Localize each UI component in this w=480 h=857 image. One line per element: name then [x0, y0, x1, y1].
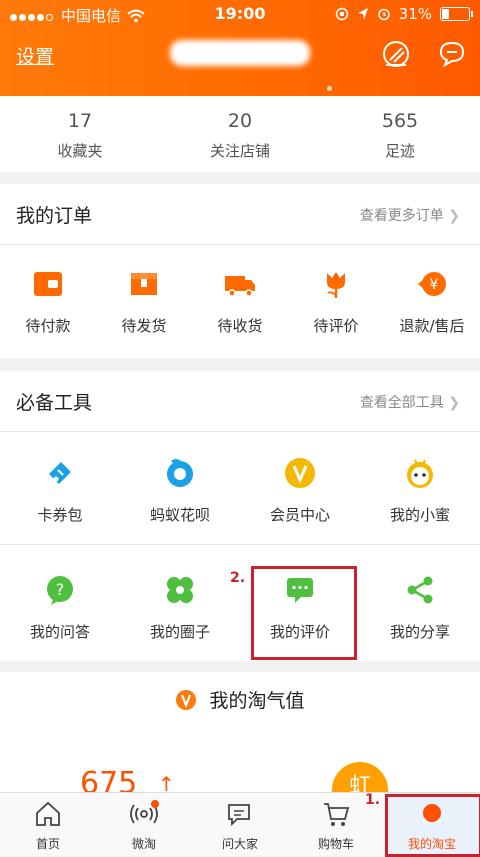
settings-link[interactable]: 设置 — [16, 42, 54, 69]
order-label: 待评价 — [313, 317, 359, 335]
taoqi-section[interactable]: 我的淘气值 675 ↑ 虹 — [0, 672, 480, 818]
highlight-my-reviews — [251, 566, 357, 660]
svg-text:¥: ¥ — [430, 277, 439, 293]
orders-title: 我的订单 — [16, 205, 93, 227]
tab-label: 问大家 — [221, 837, 258, 851]
wallet-icon — [34, 272, 62, 296]
tool-vip-center[interactable]: 会员中心 — [240, 432, 360, 544]
order-label: 待发货 — [121, 317, 167, 335]
home-icon — [36, 801, 60, 826]
location-icon — [357, 8, 368, 20]
stat-followed-shops[interactable]: 20 关注店铺 — [160, 96, 320, 172]
assistant-icon — [407, 459, 433, 488]
circle-icon — [167, 577, 193, 603]
refund-icon: ¥ — [418, 272, 446, 296]
package-icon — [131, 273, 157, 295]
pager-dot — [327, 86, 332, 91]
skin-brush-icon[interactable] — [380, 38, 412, 70]
battery-percent: 31% — [398, 5, 432, 23]
tab-label: 购物车 — [317, 837, 354, 851]
annotation-step-1: 1. — [365, 792, 381, 808]
tab-home[interactable]: 首页 — [0, 793, 96, 856]
tool-label: 我的分享 — [389, 623, 450, 641]
tool-label: 卡券包 — [37, 506, 83, 524]
tab-weitao[interactable]: 微淘 — [96, 793, 192, 856]
tool-label: 我的圈子 — [149, 623, 210, 641]
tool-label: 我的问答 — [29, 623, 90, 641]
order-pending-receipt[interactable]: 待收货 — [192, 267, 288, 336]
tulip-icon — [327, 272, 345, 298]
tool-label: 我的小蜜 — [389, 506, 450, 524]
alarm-icon — [377, 8, 390, 21]
order-pending-review[interactable]: 待评价 — [288, 267, 384, 336]
tool-label: 蚂蚁花呗 — [149, 506, 210, 524]
battery-icon — [440, 7, 473, 21]
share-icon — [407, 576, 433, 604]
status-bar: 中国电信 19:00 31% — [0, 0, 480, 28]
tool-qa[interactable]: ? 我的问答 — [0, 545, 120, 661]
header: 中国电信 19:00 31% 设置 — [0, 0, 480, 96]
stat-footprints[interactable]: 565 足迹 — [320, 96, 480, 172]
view-all-orders-link[interactable]: 查看更多订单 ❯ — [360, 205, 460, 225]
tool-coupons[interactable]: 卡券包 — [0, 432, 120, 544]
highlight-my-taobao — [385, 794, 480, 857]
order-refund[interactable]: ¥ 退款/售后 — [384, 267, 480, 336]
username-redacted — [170, 40, 310, 66]
tab-ask-everyone[interactable]: 问大家 — [192, 793, 288, 856]
tool-huabei[interactable]: 蚂蚁花呗 — [120, 432, 240, 544]
svg-text:?: ? — [56, 580, 65, 599]
order-label: 待收货 — [217, 317, 263, 335]
view-all-tools-link[interactable]: 查看全部工具 ❯ — [360, 392, 460, 412]
question-icon: ? — [47, 576, 73, 605]
taoqi-title: 我的淘气值 — [209, 690, 305, 712]
tools-card: 必备工具 查看全部工具 ❯ 卡券包 蚂蚁花呗 会员中心 我的小蜜 ? 我的问答 … — [0, 371, 480, 661]
stat-label: 关注店铺 — [209, 142, 270, 160]
chevron-right-icon: ❯ — [448, 208, 460, 224]
annotation-step-2: 2. — [230, 570, 246, 586]
cart-icon — [324, 803, 350, 826]
tab-label: 首页 — [35, 837, 60, 851]
truck-icon — [225, 276, 255, 297]
chat-icon — [228, 804, 250, 827]
stat-number: 565 — [381, 110, 419, 132]
order-label: 退款/售后 — [399, 317, 465, 335]
stat-label: 足迹 — [384, 142, 415, 160]
order-pending-payment[interactable]: 待付款 — [0, 267, 96, 336]
lock-rotation-icon — [335, 7, 348, 21]
stat-number: 17 — [67, 110, 93, 132]
stat-number: 20 — [227, 110, 253, 132]
order-label: 待付款 — [25, 317, 71, 335]
message-icon[interactable] — [436, 38, 468, 70]
tool-circle[interactable]: 我的圈子 — [120, 545, 240, 661]
ticket-icon — [49, 462, 71, 484]
tool-share[interactable]: 我的分享 — [360, 545, 480, 661]
taoqi-icon — [176, 690, 197, 710]
stat-favorites[interactable]: 17 收藏夹 — [0, 96, 160, 172]
weitao-icon — [130, 800, 159, 824]
stats-bar: 17 收藏夹 20 关注店铺 565 足迹 — [0, 96, 480, 172]
tab-label: 微淘 — [131, 837, 156, 851]
tools-title: 必备工具 — [16, 392, 93, 414]
tool-label: 会员中心 — [269, 506, 330, 524]
tool-assistant[interactable]: 我的小蜜 — [360, 432, 480, 544]
huabei-icon — [167, 459, 193, 487]
vip-icon — [285, 458, 315, 488]
order-pending-shipment[interactable]: 待发货 — [96, 267, 192, 336]
orders-card: 我的订单 查看更多订单 ❯ 待付款 待发货 待收货 待评价 ¥ 退款/售后 — [0, 184, 480, 358]
stat-label: 收藏夹 — [57, 142, 103, 160]
chevron-right-icon: ❯ — [448, 395, 460, 411]
